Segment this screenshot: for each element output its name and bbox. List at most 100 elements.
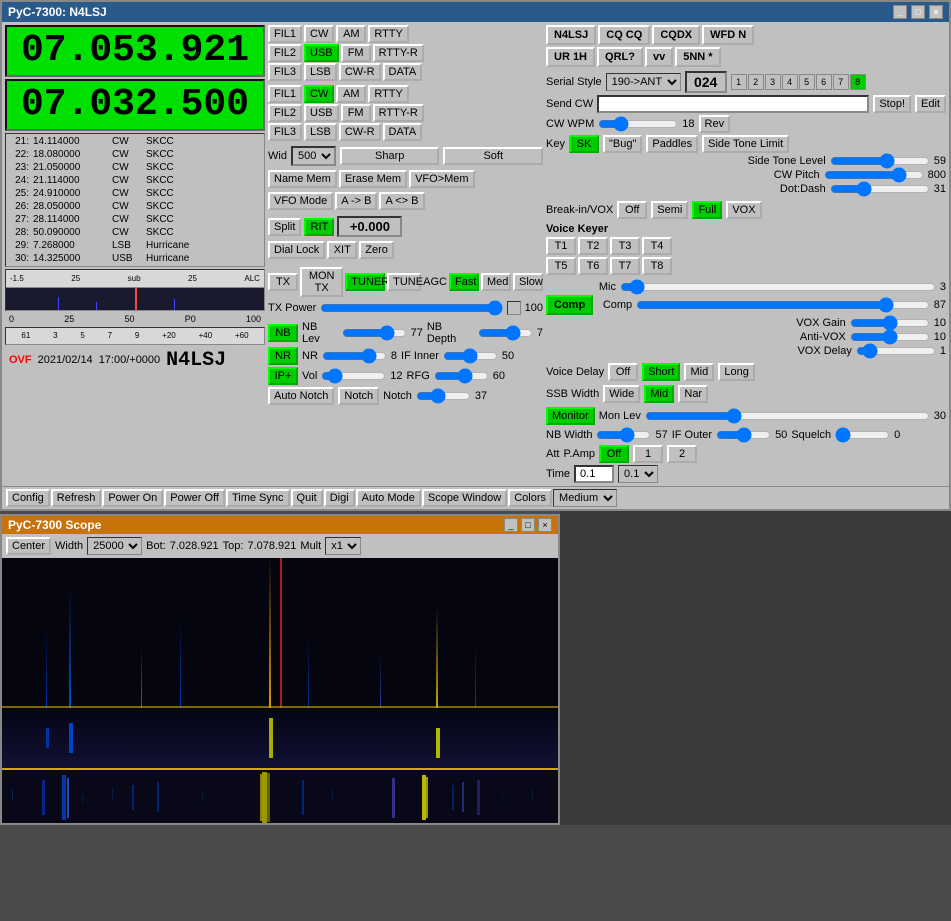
bit-4[interactable]: 4: [782, 74, 798, 90]
voice-delay-mid-btn[interactable]: Mid: [684, 363, 714, 381]
slow-btn[interactable]: Slow: [513, 273, 543, 291]
scope-mult-select[interactable]: x1: [325, 537, 361, 555]
macro-cqdx[interactable]: CQDX: [652, 25, 700, 45]
bit-8[interactable]: 8: [850, 74, 866, 90]
scope-maximize-btn[interactable]: □: [521, 518, 535, 532]
rit-btn[interactable]: RIT: [304, 218, 334, 236]
maximize-btn[interactable]: □: [911, 5, 925, 19]
rev-btn[interactable]: Rev: [699, 115, 731, 133]
time-input[interactable]: [574, 465, 614, 483]
voice-delay-long-btn[interactable]: Long: [718, 363, 754, 381]
bug-btn[interactable]: "Bug": [603, 135, 642, 153]
vox-delay-slider[interactable]: [856, 345, 936, 357]
rtty-r-btn-bot[interactable]: RTTY-R: [373, 104, 424, 122]
nb-lev-slider[interactable]: [342, 327, 407, 339]
usb-btn-top[interactable]: USB: [304, 44, 339, 62]
a-ab-btn[interactable]: A <> B: [379, 192, 424, 210]
usb-btn-bot[interactable]: USB: [304, 104, 339, 122]
bit-6[interactable]: 6: [816, 74, 832, 90]
tx-power-slider[interactable]: [320, 302, 502, 314]
bit-5[interactable]: 5: [799, 74, 815, 90]
dial-lock-btn[interactable]: Dial Lock: [268, 241, 325, 259]
macro-cq-cq[interactable]: CQ CQ: [598, 25, 650, 45]
t5-btn[interactable]: T5: [546, 257, 576, 275]
fast-btn[interactable]: Fast: [449, 273, 479, 291]
digi-btn[interactable]: Digi: [324, 489, 355, 507]
t1-btn[interactable]: T1: [546, 237, 576, 255]
macro-5nn[interactable]: 5NN *: [675, 47, 720, 67]
zero-btn[interactable]: Zero: [359, 241, 394, 259]
ssb-wide-btn[interactable]: Wide: [603, 385, 640, 403]
voice-delay-short-btn[interactable]: Short: [642, 363, 680, 381]
tx-btn[interactable]: TX: [268, 273, 298, 291]
fil2-btn-bot[interactable]: FIL2: [268, 104, 302, 122]
colors-select[interactable]: MediumLightDark: [553, 489, 617, 507]
t2-btn[interactable]: T2: [578, 237, 608, 255]
p-amp-2-btn[interactable]: 2: [667, 445, 697, 463]
side-tone-limit-btn[interactable]: Side Tone Limit: [702, 135, 789, 153]
t6-btn[interactable]: T6: [578, 257, 608, 275]
rtty-btn-top[interactable]: RTTY: [368, 25, 409, 43]
squelch-slider[interactable]: [835, 429, 890, 441]
fil1-btn-bot[interactable]: FIL1: [268, 85, 302, 103]
log-entry-27[interactable]: 27:28.114000CWSKCC: [7, 213, 263, 226]
log-entry-26[interactable]: 26:28.050000CWSKCC: [7, 200, 263, 213]
vol-slider[interactable]: [321, 370, 386, 382]
mon-lev-slider[interactable]: [645, 410, 930, 422]
macro-wfd-n[interactable]: WFD N: [702, 25, 754, 45]
scope-window-btn[interactable]: Scope Window: [422, 489, 507, 507]
breakin-off-btn[interactable]: Off: [617, 201, 647, 219]
auto-mode-btn[interactable]: Auto Mode: [356, 489, 421, 507]
t4-btn[interactable]: T4: [642, 237, 672, 255]
vox-gain-slider[interactable]: [850, 317, 930, 329]
fil3-btn-bot[interactable]: FIL3: [268, 123, 302, 141]
fm-btn-bot[interactable]: FM: [341, 104, 371, 122]
erase-mem-btn[interactable]: Erase Mem: [339, 170, 407, 188]
xit-btn[interactable]: XIT: [327, 241, 357, 259]
nb-btn[interactable]: NB: [268, 324, 298, 342]
notch-slider[interactable]: [416, 390, 471, 402]
vfo-mem-btn[interactable]: VFO>Mem: [409, 170, 474, 188]
scope-center-btn[interactable]: Center: [6, 537, 51, 555]
lsb-btn-top[interactable]: LSB: [304, 63, 337, 81]
power-on-btn[interactable]: Power On: [102, 489, 163, 507]
nr-lev-slider[interactable]: [322, 350, 387, 362]
rtty-btn-bot[interactable]: RTTY: [368, 85, 409, 103]
cw-btn-bot[interactable]: CW: [304, 85, 334, 103]
data-btn-bot[interactable]: DATA: [383, 123, 423, 141]
cw-input[interactable]: [597, 95, 869, 113]
tuner-btn[interactable]: TUNER: [345, 273, 385, 291]
ip-plus-btn[interactable]: IP+: [268, 367, 298, 385]
log-entry-30[interactable]: 30:14.325000USBHurricane: [7, 252, 263, 265]
t8-btn[interactable]: T8: [642, 257, 672, 275]
config-btn[interactable]: Config: [6, 489, 50, 507]
refresh-btn[interactable]: Refresh: [51, 489, 102, 507]
fil2-btn-top[interactable]: FIL2: [268, 44, 302, 62]
if-outer-slider[interactable]: [716, 429, 771, 441]
p-amp-1-btn[interactable]: 1: [633, 445, 663, 463]
monitor-btn[interactable]: Monitor: [546, 407, 595, 425]
med-btn[interactable]: Med: [481, 273, 511, 291]
cw-r-btn-top[interactable]: CW-R: [339, 63, 381, 81]
fil3-btn-top[interactable]: FIL3: [268, 63, 302, 81]
rfg-slider[interactable]: [434, 370, 489, 382]
log-entry-22[interactable]: 22:18.080000CWSKCC: [7, 148, 263, 161]
voice-delay-off-btn[interactable]: Off: [608, 363, 638, 381]
wid-select[interactable]: 500: [291, 146, 336, 166]
cw-pitch-slider[interactable]: [824, 169, 924, 181]
cw-btn-top[interactable]: CW: [304, 25, 334, 43]
t3-btn[interactable]: T3: [610, 237, 640, 255]
time-select[interactable]: 0.1: [618, 465, 658, 483]
colors-btn[interactable]: Colors: [508, 489, 552, 507]
fil1-btn-top[interactable]: FIL1: [268, 25, 302, 43]
nb-width-slider[interactable]: [596, 429, 651, 441]
nb-depth-slider[interactable]: [478, 327, 533, 339]
ssb-mid-btn[interactable]: Mid: [644, 385, 674, 403]
a-b-btn[interactable]: A -> B: [335, 192, 377, 210]
t7-btn[interactable]: T7: [610, 257, 640, 275]
sharp-btn[interactable]: Sharp: [340, 147, 440, 165]
lsb-btn-bot[interactable]: LSB: [304, 123, 337, 141]
breakin-full-btn[interactable]: Full: [692, 201, 722, 219]
name-mem-btn[interactable]: Name Mem: [268, 170, 337, 188]
anti-vox-slider[interactable]: [850, 331, 930, 343]
